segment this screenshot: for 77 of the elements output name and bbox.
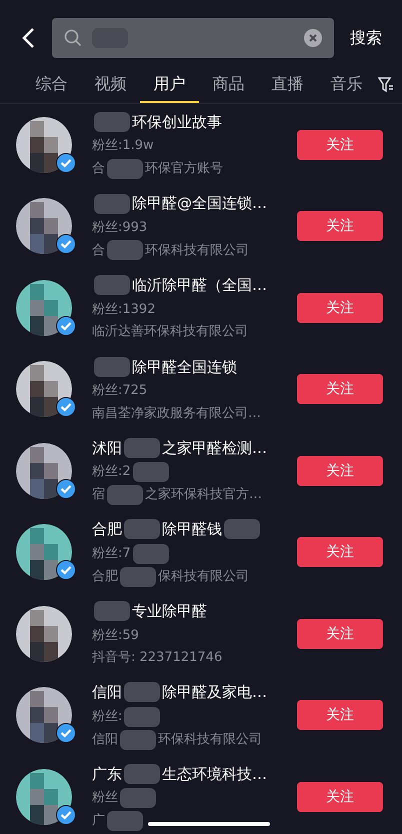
redaction-block <box>120 730 156 750</box>
user-name: 除甲醛及家电… <box>162 682 267 703</box>
account-info: 环保科技有限公司 <box>145 242 249 260</box>
redaction-block <box>107 240 143 260</box>
follow-button[interactable]: 关注 <box>297 292 383 323</box>
follow-button[interactable]: 关注 <box>297 130 383 160</box>
follower-count: 粉丝:1.9w <box>92 137 154 156</box>
redaction-block <box>94 275 130 296</box>
redaction-block <box>132 462 169 482</box>
account-info: 临沂达善环保科技有限公司 <box>92 323 248 341</box>
account-info: 广 <box>92 812 105 830</box>
tab[interactable]: 用户 <box>140 67 199 103</box>
user-name: 临沂除甲醛（全国… <box>132 275 267 296</box>
account-info: 合肥 <box>92 568 118 586</box>
follow-button[interactable]: 关注 <box>297 374 383 404</box>
user-name: 之家甲醛检测… <box>162 438 267 458</box>
user-name: 专业除甲醛 <box>132 601 207 622</box>
filter-icon[interactable] <box>378 77 394 93</box>
account-info: 抖音号: 2237121746 <box>92 649 222 667</box>
user-name: 信阳 <box>92 682 122 703</box>
account-info: 信阳 <box>92 730 118 749</box>
tab[interactable]: 音乐 <box>317 67 376 103</box>
follow-button[interactable]: 关注 <box>297 618 383 649</box>
user-name: 除甲醛全国连锁 <box>132 356 237 378</box>
follower-count: 粉丝:725 <box>92 382 148 400</box>
user-name: 环保创业故事 <box>132 112 222 133</box>
redaction-block <box>124 682 160 702</box>
follow-button[interactable]: 关注 <box>297 211 383 242</box>
search-submit[interactable]: 搜索 <box>342 26 390 50</box>
follower-count: 粉丝:2 <box>92 463 131 482</box>
user-name: 广东 <box>92 764 122 784</box>
account-info: 之家环保科技官方… <box>145 486 262 504</box>
search-field[interactable] <box>52 18 334 58</box>
tab[interactable]: 综合 <box>22 67 81 103</box>
redaction-block <box>94 194 130 214</box>
account-info: 南昌荃净家政服务有限公司… <box>92 404 261 422</box>
follower-count: 粉丝:7 <box>92 544 131 563</box>
redaction-block <box>107 485 143 505</box>
redaction-block <box>124 706 160 726</box>
search-icon <box>64 29 82 47</box>
account-info: 保科技有限公司 <box>158 568 249 586</box>
redaction-block <box>120 788 156 808</box>
follower-count: 粉丝:1392 <box>92 300 156 318</box>
redaction-block <box>124 438 160 458</box>
follow-button[interactable]: 关注 <box>297 782 383 812</box>
follower-count: 粉丝:993 <box>92 218 148 237</box>
account-info: 宿 <box>92 486 105 504</box>
redaction-block <box>107 158 143 179</box>
account-info: 环保官方账号 <box>145 160 223 178</box>
back-icon <box>21 27 35 49</box>
account-info: 合 <box>92 242 105 260</box>
account-info: 合 <box>92 160 105 178</box>
follower-count: 粉丝: <box>92 708 122 726</box>
follower-count: 粉丝:59 <box>92 626 139 644</box>
redaction-block <box>132 544 169 564</box>
account-info: 环保科技有限公司 <box>158 730 262 749</box>
redaction-block <box>224 519 260 540</box>
user-name: 合肥 <box>92 519 122 540</box>
redaction-block <box>124 519 160 540</box>
redaction-block <box>94 356 130 377</box>
redaction-block <box>124 764 160 784</box>
redaction-block <box>107 811 143 831</box>
user-name: 除甲醛@全国连锁… <box>132 193 267 214</box>
follow-button[interactable]: 关注 <box>297 537 383 568</box>
tab[interactable]: 商品 <box>199 67 258 103</box>
follow-button[interactable]: 关注 <box>297 456 383 486</box>
redaction-block <box>94 112 130 132</box>
user-name: 除甲醛钱 <box>162 519 222 540</box>
follow-button[interactable]: 关注 <box>297 700 383 730</box>
redaction-block <box>120 566 156 586</box>
user-name: 沭阳 <box>92 438 122 458</box>
redaction-block <box>94 601 130 622</box>
clear-icon[interactable] <box>304 29 322 47</box>
follower-count: 粉丝 <box>92 789 118 808</box>
user-name: 生态环境科技… <box>162 764 267 784</box>
tab[interactable]: 视频 <box>81 67 140 103</box>
tab[interactable]: 直播 <box>258 67 317 103</box>
